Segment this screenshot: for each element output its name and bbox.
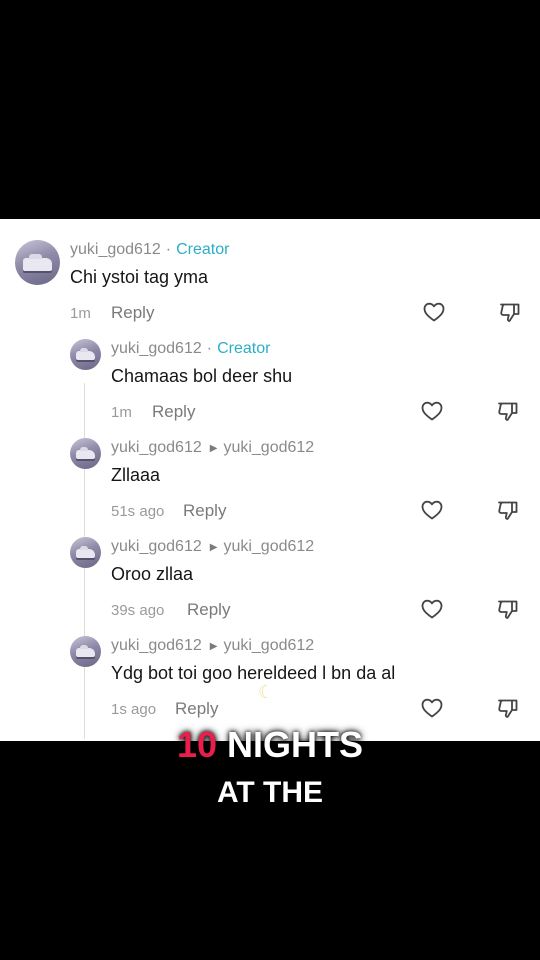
overlay-line1-text: NIGHTS [227,724,364,765]
overlay-caption-line2: AT THE [216,776,324,809]
comment-timestamp: 39s ago [111,602,165,619]
comment-timestamp: 1s ago [111,701,157,718]
reply-button[interactable]: Reply [111,303,154,323]
comments-panel: yuki_god612 · Creator Chi ystoi tag yma … [0,219,540,741]
reply-to-username[interactable]: yuki_god612 [223,637,314,655]
reply-to-username[interactable]: yuki_god612 [223,439,314,457]
reply-button[interactable]: Reply [175,699,218,719]
thumbs-down-outline-icon[interactable] [498,300,522,324]
comment-username[interactable]: yuki_god612 [111,637,202,655]
comment-text: Zllaaa [111,465,161,485]
avatar[interactable] [70,537,101,568]
comment-text: Chamaas bol deer shu [111,366,293,386]
avatar[interactable] [70,438,101,469]
heart-outline-icon[interactable] [422,300,446,324]
comment-username[interactable]: yuki_god612 [111,538,202,556]
separator-dot: · [165,241,172,258]
thumbs-down-outline-icon[interactable] [496,597,520,621]
thumbs-down-outline-icon[interactable] [496,399,520,423]
overlay-highlight: 10 [176,724,217,765]
avatar[interactable] [70,339,101,370]
comment-text: Ydg bot toi goo hereldeed l bn da al [111,663,396,683]
comment-text: Chi ystoi tag yma [70,267,209,287]
overlay-caption-line1: 10 NIGHTS [0,724,540,766]
reply-button[interactable]: Reply [187,600,230,620]
comment-username[interactable]: yuki_god612 [111,340,202,358]
avatar[interactable] [15,240,60,285]
reply-button[interactable]: Reply [183,501,226,521]
reply-button[interactable]: Reply [152,402,195,422]
avatar[interactable] [70,636,101,667]
triangle-right-icon: ▶ [209,442,218,454]
thumbs-down-outline-icon[interactable] [496,498,520,522]
comment-username[interactable]: yuki_god612 [70,241,161,259]
comment-timestamp: 1m [70,305,91,322]
creator-badge: Creator [176,241,230,258]
heart-outline-icon[interactable] [420,696,444,720]
creator-badge: Creator [217,340,271,357]
triangle-right-icon: ▶ [209,541,218,553]
reply-to-username[interactable]: yuki_god612 [223,538,314,556]
heart-outline-icon[interactable] [420,597,444,621]
comment-text: Oroo zllaa [111,564,194,584]
crescent-moon-icon: ☾ [258,682,275,702]
comment-username[interactable]: yuki_god612 [111,439,202,457]
thumbs-down-outline-icon[interactable] [496,696,520,720]
separator-dot: · [206,340,213,357]
comment-timestamp: 1m [111,404,132,421]
triangle-right-icon: ▶ [209,640,218,652]
heart-outline-icon[interactable] [420,498,444,522]
comment-timestamp: 51s ago [111,503,165,520]
heart-outline-icon[interactable] [420,399,444,423]
